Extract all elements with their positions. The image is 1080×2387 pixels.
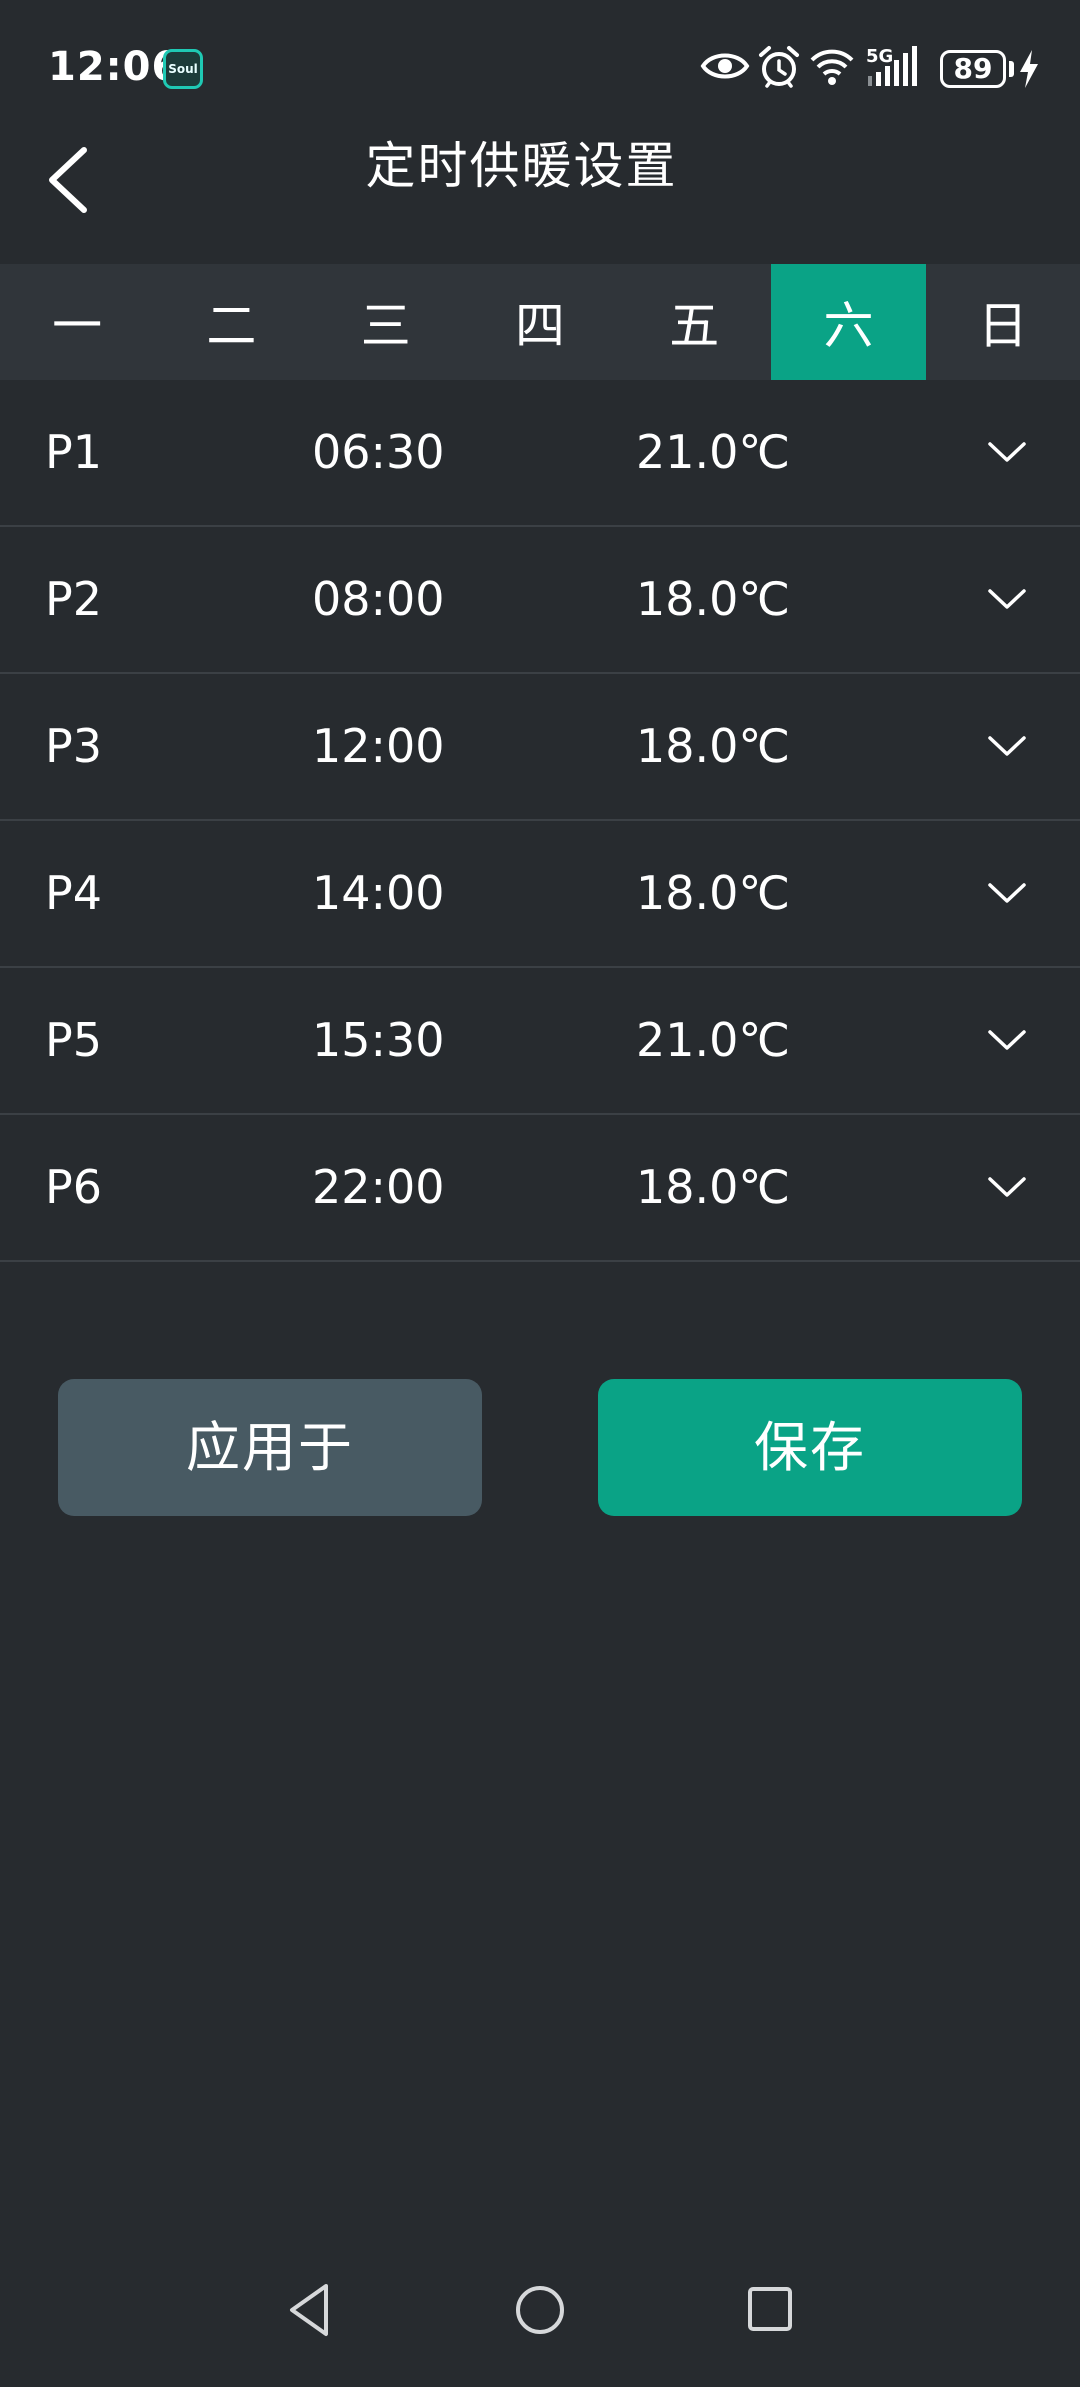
period-row-p5[interactable]: P5 15:30 21.0℃ [0,968,1080,1115]
soul-app-icon: Soul [163,49,203,89]
wifi-icon [810,49,854,85]
nav-back-icon[interactable] [284,2280,334,2340]
save-button[interactable]: 保存 [598,1379,1022,1516]
tab-tuesday[interactable]: 二 [154,264,308,380]
status-bar: 12:06 Soul 5G 89 [0,0,1080,130]
period-time[interactable]: 12:00 [312,674,445,819]
nav-recents-icon[interactable] [745,2284,795,2334]
tab-monday[interactable]: 一 [0,264,154,380]
period-label: P5 [45,1013,103,1067]
battery-icon: 89 [940,50,1006,88]
period-time[interactable]: 15:30 [312,968,445,1113]
battery-tip [1009,61,1014,77]
period-temperature[interactable]: 18.0℃ [636,821,790,966]
period-time[interactable]: 06:30 [312,380,445,525]
period-row-p6[interactable]: P6 22:00 18.0℃ [0,1115,1080,1262]
period-label: P1 [45,425,103,479]
chevron-down-icon[interactable] [984,1165,1030,1211]
eye-icon [700,53,750,79]
system-nav-bar [0,2270,1080,2387]
chevron-down-icon[interactable] [984,577,1030,623]
tab-friday[interactable]: 五 [617,264,771,380]
period-temperature[interactable]: 18.0℃ [636,1115,790,1260]
tab-saturday[interactable]: 六 [771,264,926,380]
period-temperature[interactable]: 18.0℃ [636,527,790,672]
period-time[interactable]: 08:00 [312,527,445,672]
tab-sunday[interactable]: 日 [926,264,1080,380]
cell-signal-icon: 5G [864,42,928,90]
period-temperature[interactable]: 21.0℃ [636,380,790,525]
period-time[interactable]: 22:00 [312,1115,445,1260]
period-label: P4 [45,866,103,920]
chevron-down-icon[interactable] [984,430,1030,476]
period-row-p1[interactable]: P1 06:30 21.0℃ [0,380,1080,527]
period-label: P2 [45,572,103,626]
period-temperature[interactable]: 21.0℃ [636,968,790,1113]
chevron-down-icon[interactable] [984,1018,1030,1064]
period-row-p3[interactable]: P3 12:00 18.0℃ [0,674,1080,821]
period-list: P1 06:30 21.0℃ P2 08:00 18.0℃ P3 12:00 1… [0,380,1080,1262]
period-time[interactable]: 14:00 [312,821,445,966]
tab-thursday[interactable]: 四 [463,264,617,380]
day-tabs: 一 二 三 四 五 六 日 [0,264,1080,380]
page-title: 定时供暖设置 [365,137,678,195]
status-time: 12:06 [48,44,181,90]
alarm-icon [759,46,799,88]
apply-to-button[interactable]: 应用于 [58,1379,482,1516]
tab-wednesday[interactable]: 三 [309,264,463,380]
period-row-p4[interactable]: P4 14:00 18.0℃ [0,821,1080,968]
charging-icon [1020,50,1038,88]
period-row-p2[interactable]: P2 08:00 18.0℃ [0,527,1080,674]
nav-home-icon[interactable] [512,2282,568,2338]
period-label: P3 [45,719,103,773]
chevron-down-icon[interactable] [984,724,1030,770]
period-temperature[interactable]: 18.0℃ [636,674,790,819]
chevron-down-icon[interactable] [984,871,1030,917]
period-label: P6 [45,1160,103,1214]
